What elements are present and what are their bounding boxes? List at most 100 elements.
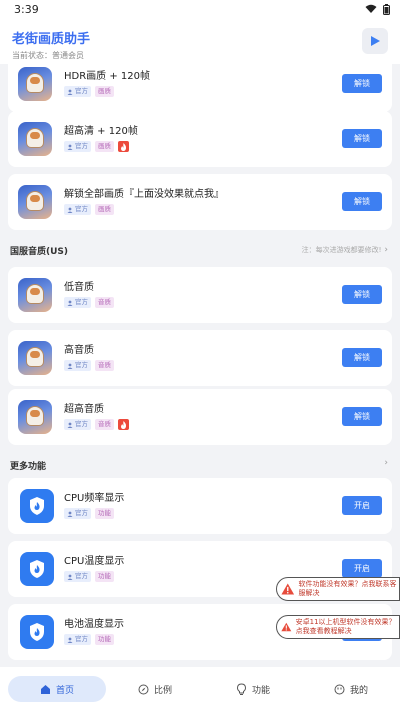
toast-text: 安卓11以上机型软件没有效果？点我查看教程解决 [295,618,396,635]
tab-profile[interactable]: 我的 [302,676,400,702]
compass-icon [138,684,149,694]
tag-official: 官方 [64,419,91,430]
game-thumbnail [18,278,52,312]
game-thumbnail [18,122,52,156]
unlock-button[interactable]: 解锁 [342,348,382,367]
section-title-audio: 国服音质(US) [10,247,69,257]
shield-icon [20,552,54,586]
card-title: HDR画质 + 120帧 [64,71,150,82]
unlock-button[interactable]: 解锁 [342,407,382,426]
tab-label: 比例 [153,685,172,696]
play-icon [371,36,380,46]
user-icon [67,511,73,517]
card-title: CPU温度显示 [64,556,125,567]
tag-category: 功能 [95,508,114,519]
game-thumbnail [18,341,52,375]
tag-official: 官方 [64,634,91,645]
home-icon [40,684,50,694]
unlock-button[interactable]: 解锁 [342,192,382,211]
tag-category: 音质 [95,360,114,371]
enable-button[interactable]: 开启 [342,559,382,578]
section-note[interactable]: 注：每次进游戏都要修改! › [302,245,388,255]
game-thumbnail [18,400,52,434]
tag-category: 功能 [95,634,114,645]
card-tags: 官方 音质 [64,419,129,430]
user-icon [67,637,73,643]
fire-icon [118,419,129,430]
card-title: 电池温度显示 [64,619,124,630]
tab-features[interactable]: 功能 [204,676,302,702]
card-ultra-audio: 超高音质 官方 音质 解锁 [8,389,392,445]
tag-category: 画质 [95,86,114,97]
warning-icon [281,583,295,595]
app-header: 老街画质助手 当前状态：普通会员 [0,18,400,64]
card-tags: 官方 画质 [64,204,114,215]
card-high-audio: 高音质 官方 音质 解锁 [8,330,392,386]
card-tags: 官方 功能 [64,508,114,519]
battery-icon [383,3,390,15]
fire-icon [118,141,129,152]
game-thumbnail [18,67,52,101]
member-status: 当前状态：普通会员 [12,51,84,60]
shield-icon [20,489,54,523]
tag-category: 音质 [95,297,114,308]
card-title: 解锁全部画质『上面没效果就点我』 [64,189,224,200]
tag-official: 官方 [64,297,91,308]
game-thumbnail [18,185,52,219]
chevron-right-icon: › [384,458,388,468]
tag-official: 官方 [64,204,91,215]
tab-home[interactable]: 首页 [8,676,106,702]
tab-label: 我的 [349,685,368,696]
section-more-link[interactable]: › [384,458,388,468]
face-icon [334,684,345,694]
card-tags: 官方 音质 [64,360,114,371]
card-tags: 官方 画质 [64,141,129,152]
card-low-audio: 低音质 官方 音质 解锁 [8,267,392,323]
tag-category: 画质 [95,141,114,152]
card-title: 超高清 + 120帧 [64,126,138,137]
user-icon [67,363,73,369]
toast-text: 软件功能没有效果？点我联系客服解决 [298,580,397,597]
wifi-icon [365,4,377,13]
enable-button[interactable]: 开启 [342,496,382,515]
tag-category: 画质 [95,204,114,215]
card-tags: 官方 画质 [64,86,114,97]
user-icon [67,422,73,428]
user-icon [67,300,73,306]
play-button[interactable] [362,28,388,54]
unlock-button[interactable]: 解锁 [342,74,382,93]
card-hdr: HDR画质 + 120帧 官方 画质 解锁 [8,64,392,112]
card-cpu-freq: CPU频率显示 官方 功能 开启 [8,478,392,534]
android11-toast[interactable]: 安卓11以上机型软件没有效果？点我查看教程解决 [276,615,400,639]
card-tags: 官方 功能 [64,634,114,645]
tag-official: 官方 [64,86,91,97]
tab-label: 功能 [251,685,270,696]
card-title: 超高音质 [64,404,104,415]
tag-official: 官方 [64,141,91,152]
shield-icon [20,615,54,649]
user-icon [67,144,73,150]
tag-category: 功能 [95,571,114,582]
card-tags: 官方 功能 [64,571,114,582]
tab-ratio[interactable]: 比例 [106,676,204,702]
unlock-button[interactable]: 解锁 [342,285,382,304]
card-uhd: 超高清 + 120帧 官方 画质 解锁 [8,111,392,167]
chevron-right-icon: › [384,245,388,255]
section-title-more: 更多功能 [10,462,47,472]
user-icon [67,207,73,213]
tab-label: 首页 [55,685,74,696]
tag-official: 官方 [64,571,91,582]
tag-official: 官方 [64,360,91,371]
card-tags: 官方 音质 [64,297,114,308]
tag-official: 官方 [64,508,91,519]
user-icon [67,574,73,580]
support-toast[interactable]: 软件功能没有效果？点我联系客服解决 [276,577,400,601]
status-icons [365,3,390,15]
card-title: 高音质 [64,345,94,356]
card-title: 低音质 [64,282,94,293]
status-time: 3:39 [14,2,39,16]
card-title: CPU频率显示 [64,493,125,504]
app-title: 老街画质助手 [12,32,91,47]
unlock-button[interactable]: 解锁 [342,129,382,148]
tag-category: 音质 [95,419,114,430]
